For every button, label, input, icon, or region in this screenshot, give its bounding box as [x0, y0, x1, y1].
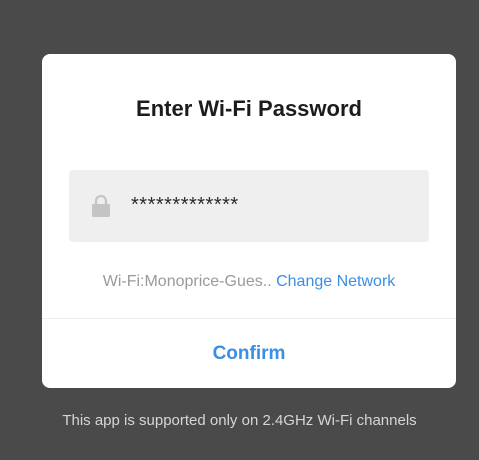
network-info: Wi-Fi:Monoprice-Gues.. Change Network	[42, 272, 456, 292]
password-field[interactable]	[69, 170, 429, 242]
lock-icon	[92, 194, 110, 217]
change-network-link[interactable]: Change Network	[276, 273, 395, 290]
confirm-button[interactable]: Confirm	[42, 319, 456, 388]
wifi-support-note: This app is supported only on 2.4GHz Wi-…	[62, 412, 417, 429]
dialog-title: Enter Wi-Fi Password	[136, 96, 362, 121]
password-input[interactable]	[131, 192, 411, 218]
current-network-label: Wi-Fi:Monoprice-Gues..	[102, 273, 272, 290]
wifi-password-dialog: Enter Wi-Fi Password Wi-Fi:Monoprice-Gue…	[42, 54, 456, 388]
